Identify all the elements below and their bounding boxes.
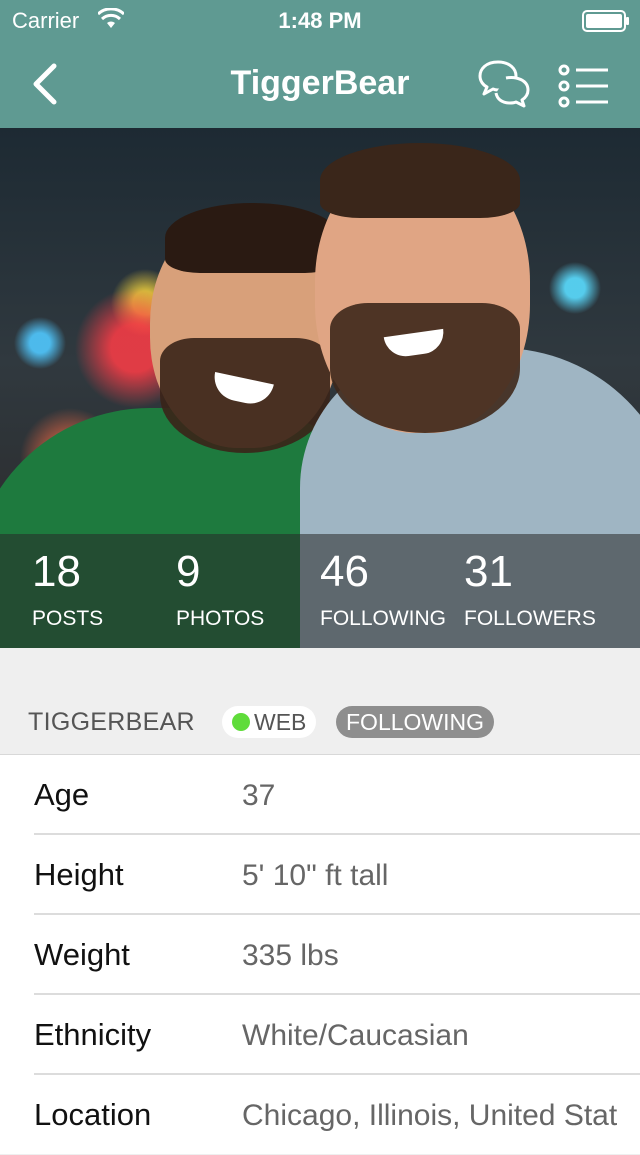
- back-button[interactable]: [26, 60, 66, 108]
- stat-label: FOLLOWING: [320, 607, 447, 630]
- detail-key: Location: [34, 1097, 152, 1132]
- detail-key: Age: [34, 777, 90, 812]
- stat-following[interactable]: 46 FOLLOWING: [320, 546, 446, 632]
- detail-key: Weight: [34, 937, 130, 972]
- detail-row-ethnicity: Ethnicity White/Caucasian: [34, 995, 640, 1075]
- stat-value: 46: [320, 547, 369, 596]
- stat-label: FOLLOWERS: [464, 607, 596, 630]
- photo-figure: [330, 303, 520, 433]
- detail-row-weight: Weight 335 lbs: [34, 915, 640, 995]
- nav-bar: TiggerBear: [0, 40, 640, 128]
- stats-bar: 18 POSTS 9 PHOTOS 46 FOLLOWING 31 FOLLOW…: [0, 534, 640, 648]
- status-bar: Carrier 1:48 PM: [0, 0, 640, 40]
- stat-label: POSTS: [32, 607, 104, 630]
- detail-row-age: Age 37: [34, 755, 640, 835]
- detail-key: Ethnicity: [34, 1017, 152, 1052]
- details-list: Age 37 Height 5' 10" ft tall Weight 335 …: [0, 754, 640, 1154]
- stat-photos[interactable]: 9 PHOTOS: [176, 546, 264, 632]
- page-title: TiggerBear: [230, 64, 410, 102]
- stat-followers[interactable]: 31 FOLLOWERS: [464, 546, 596, 632]
- profile-username: TIGGERBEAR: [28, 708, 195, 736]
- stat-value: 9: [176, 547, 201, 596]
- photo-figure: [165, 203, 340, 273]
- status-time: 1:48 PM: [278, 8, 362, 33]
- detail-value: 37: [242, 779, 276, 812]
- web-badge-label: WEB: [254, 709, 307, 735]
- list-menu-icon: [558, 64, 608, 108]
- profile-photo[interactable]: 18 POSTS 9 PHOTOS 46 FOLLOWING 31 FOLLOW…: [0, 128, 640, 648]
- online-web-badge: WEB: [222, 706, 317, 738]
- detail-value: 5' 10" ft tall: [242, 859, 389, 892]
- stat-label: PHOTOS: [176, 607, 265, 630]
- menu-button[interactable]: [556, 62, 612, 110]
- stat-value: 31: [464, 547, 513, 596]
- profile-header: TIGGERBEAR WEB FOLLOWING: [0, 648, 640, 754]
- detail-row-height: Height 5' 10" ft tall: [34, 835, 640, 915]
- chat-bubbles-icon: [478, 60, 530, 108]
- photo-figure: [320, 143, 520, 218]
- following-badge[interactable]: FOLLOWING: [336, 706, 495, 738]
- detail-key: Height: [34, 857, 124, 892]
- online-dot-icon: [232, 713, 250, 731]
- battery-icon: [582, 10, 629, 32]
- chat-button[interactable]: [476, 58, 532, 110]
- detail-value: Chicago, Illinois, United Stat: [242, 1099, 618, 1132]
- stat-value: 18: [32, 547, 81, 596]
- detail-value: 335 lbs: [242, 939, 339, 972]
- detail-row-location: Location Chicago, Illinois, United Stat: [34, 1075, 640, 1155]
- stat-posts[interactable]: 18 POSTS: [32, 546, 103, 632]
- detail-value: White/Caucasian: [242, 1019, 469, 1052]
